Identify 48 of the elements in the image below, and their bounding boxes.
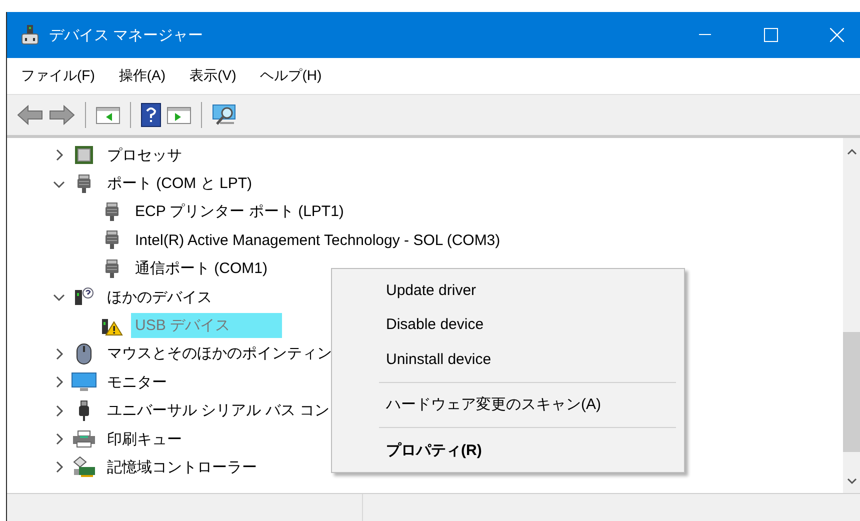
action-pane-button[interactable]: [167, 105, 191, 125]
port-icon: [105, 230, 119, 250]
printer-icon: [72, 429, 96, 450]
unknown-device-icon: [73, 287, 95, 308]
port-icon: [105, 258, 119, 279]
help-icon: [141, 103, 161, 127]
scroll-up-icon[interactable]: [846, 148, 856, 155]
tree-item[interactable]: 印刷キュー: [103, 426, 186, 452]
panel-icon: [96, 105, 120, 125]
tree-item[interactable]: プロセッサ: [103, 142, 186, 168]
back-arrow-icon: [17, 104, 43, 126]
tree-item[interactable]: ユニバーサル シリアル バス コン: [103, 398, 334, 424]
maximize-icon: [764, 28, 778, 42]
tree-item[interactable]: 記憶域コントローラー: [103, 454, 261, 480]
window-title: デバイス マネージャー: [49, 26, 204, 44]
minimize-icon: [699, 34, 711, 36]
tree-item[interactable]: ポート (COM と LPT): [103, 171, 256, 196]
tree-item[interactable]: Intel(R) Active Management Technology - SOL (COM3): [131, 228, 504, 252]
menu-item[interactable]: 操作(A): [118, 67, 166, 85]
panel-icon: [167, 105, 191, 125]
menu-item[interactable]: ハードウェア変更のスキャン(A): [332, 388, 684, 422]
menu-item[interactable]: Disable device: [332, 308, 684, 342]
back-button[interactable]: [17, 104, 43, 126]
scroll-down-icon[interactable]: [846, 478, 856, 485]
menu-item[interactable]: プロパティ(R): [332, 433, 684, 468]
menu-item[interactable]: Update driver: [332, 273, 684, 308]
console-tree-button[interactable]: [96, 105, 120, 125]
forward-arrow-icon: [49, 104, 75, 126]
help-button[interactable]: [141, 103, 161, 127]
close-icon: [830, 28, 844, 42]
menu-item[interactable]: ヘルプ(H): [260, 67, 322, 85]
port-icon: [105, 202, 119, 222]
menu-item[interactable]: ファイル(F): [21, 67, 95, 85]
usb-plug-icon: [78, 400, 90, 422]
storage-controller-icon: [72, 456, 96, 478]
menu-item[interactable]: 表示(V): [190, 67, 236, 85]
tree-item[interactable]: ECP プリンター ポート (LPT1): [131, 199, 348, 224]
tree-item[interactable]: 通信ポート (COM1): [131, 256, 272, 282]
chip-icon: [74, 145, 94, 166]
app-icon: [21, 24, 39, 46]
forward-button[interactable]: [49, 104, 75, 126]
port-icon: [77, 174, 91, 194]
tree-item[interactable]: モニター: [103, 370, 171, 395]
monitor-icon: [71, 372, 97, 392]
tree-item[interactable]: ほかのデバイス: [103, 284, 216, 310]
menu-item[interactable]: Uninstall device: [332, 342, 684, 376]
scrollbar[interactable]: [843, 138, 860, 493]
mouse-icon: [76, 342, 92, 365]
